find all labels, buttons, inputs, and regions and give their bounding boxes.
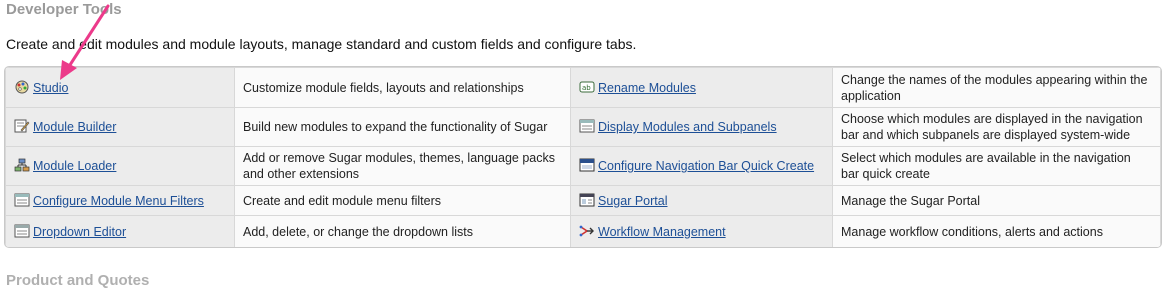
tools-row: Module Builder Build new modules to expa… (5, 107, 1161, 147)
dropdown-editor-link[interactable]: Dropdown Editor (33, 225, 126, 239)
tool-description: Select which modules are available in th… (832, 146, 1161, 186)
tools-row: Configure Module Menu Filters Create and… (5, 185, 1161, 216)
tool-cell: Module Builder (5, 107, 235, 147)
tool-cell: ab Rename Modules (570, 67, 833, 108)
svg-text:ab: ab (582, 84, 591, 92)
tool-description: Customize module fields, layouts and rel… (234, 67, 571, 108)
tool-description: Add or remove Sugar modules, themes, lan… (234, 146, 571, 186)
tool-cell: Sugar Portal (570, 185, 833, 216)
rename-modules-link[interactable]: Rename Modules (598, 81, 696, 95)
tool-description: Create and edit module menu filters (234, 185, 571, 216)
tools-row: Module Loader Add or remove Sugar module… (5, 146, 1161, 186)
tool-cell: Workflow Management (570, 215, 833, 247)
tools-row: Dropdown Editor Add, delete, or change t… (5, 215, 1161, 247)
rename-icon: ab (579, 80, 595, 94)
menu-filters-icon (14, 193, 30, 207)
tool-description: Choose which modules are displayed in th… (832, 107, 1161, 147)
module-loader-link[interactable]: Module Loader (33, 159, 116, 173)
tool-cell: Configure Module Menu Filters (5, 185, 235, 216)
tool-description: Add, delete, or change the dropdown list… (234, 215, 571, 247)
tool-description: Change the names of the modules appearin… (832, 67, 1161, 108)
module-loader-icon (14, 158, 30, 172)
tool-cell: Dropdown Editor (5, 215, 235, 247)
studio-link[interactable]: Studio (33, 81, 68, 95)
annotation-arrow-icon (60, 4, 110, 80)
module-builder-icon (14, 119, 30, 133)
module-builder-link[interactable]: Module Builder (33, 120, 116, 134)
tool-description: Manage workflow conditions, alerts and a… (832, 215, 1161, 247)
dropdown-editor-icon (14, 224, 30, 238)
tool-description: Build new modules to expand the function… (234, 107, 571, 147)
studio-icon (14, 80, 30, 94)
menu-filters-link[interactable]: Configure Module Menu Filters (33, 194, 204, 208)
display-modules-icon (579, 119, 595, 133)
tool-cell: Display Modules and Subpanels (570, 107, 833, 147)
display-modules-link[interactable]: Display Modules and Subpanels (598, 120, 777, 134)
tool-description: Manage the Sugar Portal (832, 185, 1161, 216)
tools-row: Studio Customize module fields, layouts … (5, 67, 1161, 108)
quick-create-link[interactable]: Configure Navigation Bar Quick Create (598, 159, 814, 173)
workflow-management-link[interactable]: Workflow Management (598, 225, 726, 239)
tool-cell: Studio (5, 67, 235, 108)
developer-tools-table: Studio Customize module fields, layouts … (4, 66, 1162, 248)
sugar-portal-link[interactable]: Sugar Portal (598, 194, 667, 208)
tool-cell: Module Loader (5, 146, 235, 186)
tool-cell: Configure Navigation Bar Quick Create (570, 146, 833, 186)
quick-create-icon (579, 158, 595, 172)
workflow-icon (579, 224, 595, 238)
next-section-title: Product and Quotes (6, 272, 150, 289)
portal-icon (579, 193, 595, 207)
